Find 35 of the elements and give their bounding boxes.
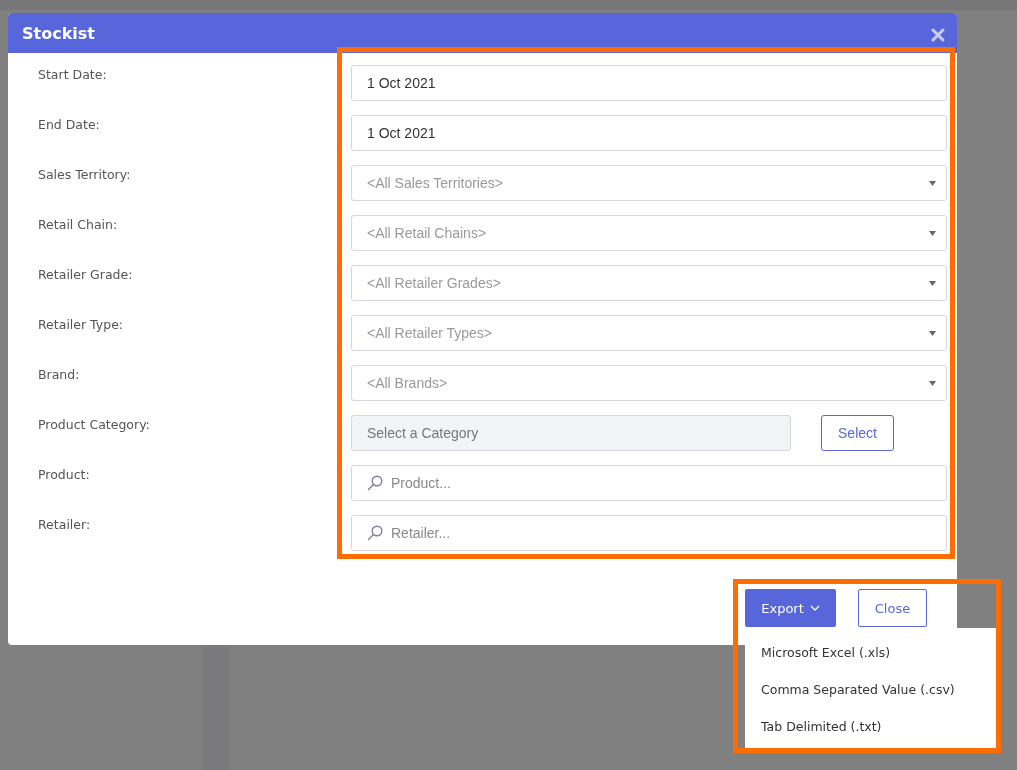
field-label: Brand: [37, 366, 81, 384]
menu-item[interactable]: Comma Separated Value (.csv) [745, 671, 996, 708]
date-field[interactable]: 1 Oct 2021 [351, 65, 947, 101]
search-field[interactable]: Retailer... [351, 515, 947, 551]
category-field[interactable]: Select a Category [351, 415, 791, 451]
dialog-title: Stockist [22, 23, 95, 43]
close-button[interactable]: Close [858, 589, 927, 627]
field-label: Retailer Type: [37, 316, 125, 334]
field-label: Sales Territory: [37, 166, 132, 184]
search-icon [367, 475, 383, 491]
field-label: Start Date: [37, 66, 108, 84]
field-label: Product Category: [37, 416, 151, 434]
menu-item[interactable]: Tab Delimited (.txt) [745, 708, 996, 745]
close-icon[interactable] [931, 28, 945, 42]
field-label: Retail Chain: [37, 216, 119, 234]
search-field[interactable]: Product... [351, 465, 947, 501]
field-label: Product: [37, 466, 91, 484]
field-label: Retailer: [37, 516, 92, 534]
dropdown-field[interactable]: <All Retail Chains> [351, 215, 947, 251]
field-label: End Date: [37, 116, 101, 134]
caret-icon [929, 380, 936, 386]
caret-icon [929, 230, 936, 236]
select-button[interactable]: Select [821, 415, 894, 451]
caret-icon [929, 180, 936, 186]
field-label: Retailer Grade: [37, 266, 134, 284]
caret-icon [929, 280, 936, 286]
dropdown-field[interactable]: <All Brands> [351, 365, 947, 401]
dropdown-field[interactable]: <All Retailer Grades> [351, 265, 947, 301]
dropdown-field[interactable]: <All Retailer Types> [351, 315, 947, 351]
export-button[interactable]: Export [745, 589, 836, 627]
caret-icon [929, 330, 936, 336]
dropdown-field[interactable]: <All Sales Territories> [351, 165, 947, 201]
search-icon [367, 525, 383, 541]
date-field[interactable]: 1 Oct 2021 [351, 115, 947, 151]
chevron-icon [809, 605, 820, 611]
